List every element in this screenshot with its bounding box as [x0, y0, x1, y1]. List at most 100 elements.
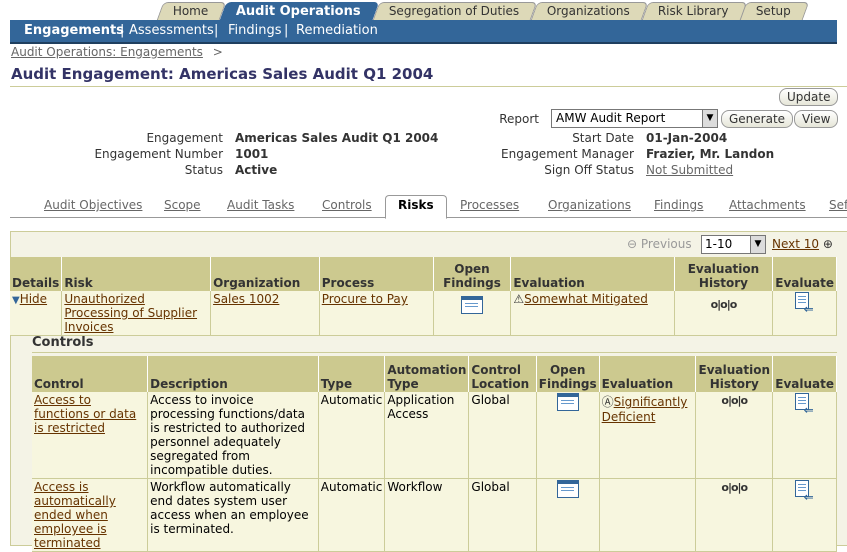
evaluate-icon[interactable]: ⇐: [794, 480, 816, 504]
table-row: ▼Hide Unauthorized Processing of Supplie…: [10, 291, 837, 336]
hide-link[interactable]: Hide: [20, 292, 47, 306]
automation-type-cell: Workflow: [384, 478, 470, 552]
subtab-controls[interactable]: Controls: [322, 198, 372, 212]
tab-home[interactable]: Home: [156, 2, 227, 20]
tab-segregation-of-duties[interactable]: Segregation of Duties: [372, 2, 538, 20]
col-description: Description: [147, 356, 319, 392]
location-cell: Global: [468, 478, 537, 552]
report-label: Report: [499, 112, 539, 126]
controls-divider: [32, 352, 837, 353]
nav-separator: |: [120, 23, 125, 38]
tab-risk-library[interactable]: Risk Library: [641, 2, 747, 20]
previous-label: Previous: [640, 237, 692, 251]
col-automation-type: Automation Type: [384, 356, 470, 392]
table-row: Access is automatically ended when emplo…: [32, 478, 837, 552]
engagement-number-label: Engagement Number: [94, 147, 223, 161]
col-evaluation: Evaluation: [599, 356, 697, 392]
type-cell: Automatic: [318, 392, 386, 479]
automation-type-cell: Application Access: [384, 392, 470, 479]
subtab-audit-tasks[interactable]: Audit Tasks: [227, 198, 294, 212]
circle-left-icon: ⊖: [627, 237, 638, 251]
col-evaluation: Evaluation: [510, 257, 675, 291]
subtab-more[interactable]: Sef: [829, 198, 847, 212]
nav-findings[interactable]: Findings: [228, 23, 282, 38]
subtab-findings[interactable]: Findings: [654, 198, 703, 212]
type-cell: Automatic: [318, 478, 386, 552]
subtab-audit-objectives[interactable]: Audit Objectives: [44, 198, 142, 212]
history-icon[interactable]: o|o|o: [721, 481, 748, 494]
previous-link: ⊖ Previous: [627, 237, 692, 251]
warning-circle-icon: Ⓐ: [601, 395, 614, 409]
details-cell: ▼Hide: [10, 291, 63, 336]
nav-engagements[interactable]: Engagements: [24, 23, 124, 38]
warning-icon: ⚠: [513, 292, 525, 306]
col-control-location: Control Location: [468, 356, 537, 392]
next-link[interactable]: Next 10 ⊕: [772, 237, 833, 251]
document-list-icon[interactable]: [556, 480, 579, 498]
subtab-attachments[interactable]: Attachments: [729, 198, 806, 212]
breadcrumb-link[interactable]: Audit Operations: Engagements: [11, 45, 203, 59]
breadcrumb-sep: >: [212, 45, 223, 59]
report-select[interactable]: AMW Audit Report ▼: [551, 109, 718, 128]
process-link[interactable]: Procure to Pay: [322, 292, 408, 306]
risks-table: Details Risk Organization Process Open F…: [10, 257, 837, 336]
generate-button[interactable]: Generate: [721, 110, 794, 128]
control-link[interactable]: Access to functions or data is restricte…: [34, 393, 136, 435]
nav-assessments[interactable]: Assessments: [129, 23, 214, 38]
control-link[interactable]: Access is automatically ended when emplo…: [34, 480, 116, 550]
document-list-icon[interactable]: [556, 393, 579, 411]
engagement-label: Engagement: [146, 131, 223, 145]
description-cell: Access to invoice processing functions/d…: [147, 392, 319, 479]
location-cell: Global: [468, 392, 537, 479]
start-date-value: 01-Jan-2004: [646, 131, 728, 145]
report-select-value: AMW Audit Report: [556, 111, 666, 125]
sub-tabs: Audit Objectives Scope Audit Tasks Contr…: [10, 195, 847, 219]
history-icon[interactable]: o|o|o: [711, 298, 738, 311]
update-button[interactable]: Update: [779, 88, 839, 106]
col-process: Process: [319, 257, 434, 291]
subtab-scope[interactable]: Scope: [164, 198, 201, 212]
view-button[interactable]: View: [794, 110, 839, 128]
evaluation-cell: [599, 478, 697, 552]
circle-right-icon[interactable]: ⊕: [823, 237, 833, 251]
next-label[interactable]: Next 10: [772, 237, 819, 251]
evaluate-icon[interactable]: ⇐: [794, 292, 816, 316]
document-list-icon[interactable]: [460, 296, 483, 314]
col-evaluate: Evaluate: [772, 257, 837, 291]
col-risk: Risk: [61, 257, 212, 291]
page-title: Audit Engagement: Americas Sales Audit Q…: [11, 65, 434, 83]
tab-setup[interactable]: Setup: [740, 2, 810, 20]
nav-remediation[interactable]: Remediation: [296, 23, 378, 38]
col-control: Control: [32, 356, 149, 392]
col-evaluation-history: Evaluation History: [695, 356, 774, 392]
nav-bar: Engagements | Assessments | Findings | R…: [10, 20, 837, 44]
history-icon[interactable]: o|o|o: [721, 394, 748, 407]
evaluate-icon[interactable]: ⇐: [794, 393, 816, 417]
status-label: Status: [184, 163, 223, 177]
tab-audit-operations[interactable]: Audit Operations: [219, 2, 380, 20]
status-value: Active: [235, 163, 278, 177]
subtab-organizations[interactable]: Organizations: [548, 198, 631, 212]
description-cell: Workflow automatically end dates system …: [147, 478, 319, 552]
col-organization: Organization: [210, 257, 320, 291]
tab-organizations[interactable]: Organizations: [530, 2, 649, 20]
col-evaluation-history: Evaluation History: [674, 257, 774, 291]
col-open-findings: Open Findings: [433, 257, 512, 291]
subtab-risks[interactable]: Risks: [385, 195, 447, 219]
risk-link[interactable]: Unauthorized Processing of Supplier Invo…: [64, 292, 197, 334]
controls-table: Control Description Type Automation Type…: [32, 356, 837, 552]
subtab-processes[interactable]: Processes: [460, 198, 519, 212]
evaluation-link[interactable]: Significantly Deficient: [602, 395, 688, 424]
chevron-down-icon[interactable]: ▼: [702, 110, 717, 127]
triangle-down-icon[interactable]: ▼: [12, 295, 20, 306]
chevron-down-icon[interactable]: ▼: [750, 236, 765, 253]
range-value: 1-10: [705, 237, 733, 251]
signoff-link[interactable]: Not Submitted: [646, 163, 733, 177]
col-evaluate: Evaluate: [772, 356, 837, 392]
range-select[interactable]: 1-10 ▼: [701, 235, 766, 254]
breadcrumb: Audit Operations: Engagements >: [11, 45, 223, 59]
col-open-findings: Open Findings: [536, 356, 600, 392]
evaluation-link[interactable]: Somewhat Mitigated: [524, 292, 648, 306]
organization-link[interactable]: Sales 1002: [213, 292, 279, 306]
start-date-label: Start Date: [572, 131, 634, 145]
